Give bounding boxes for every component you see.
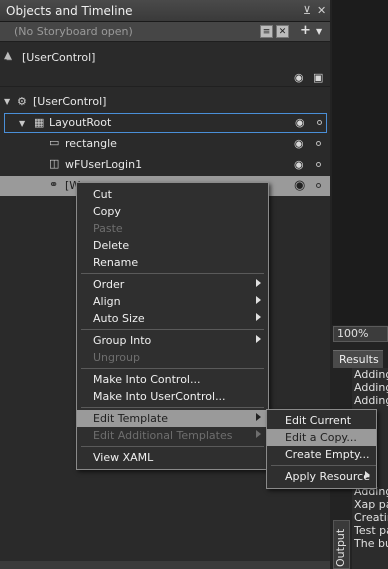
lock-dot-icon[interactable] (316, 183, 321, 188)
menu-separator (81, 368, 264, 369)
menu-separator (81, 407, 264, 408)
tree-label: wFUserLogin1 (65, 158, 143, 171)
panel-title: Objects and Timeline (6, 4, 133, 18)
result-line: Test pa (354, 524, 388, 537)
submenu-item-create-empty[interactable]: Create Empty... (267, 446, 376, 463)
menu-item-delete[interactable]: Delete (77, 237, 268, 254)
menu-item-group-into[interactable]: Group Into (77, 332, 268, 349)
menu-item-edit-template[interactable]: Edit Template (77, 410, 268, 427)
menu-item-make-into-usercontrol[interactable]: Make Into UserControl... (77, 388, 268, 405)
close-storyboard-icon[interactable]: ✕ (276, 25, 289, 38)
close-icon[interactable]: ✕ (317, 4, 326, 17)
tree-label: rectangle (65, 137, 117, 150)
tab-results[interactable]: Results (333, 350, 383, 368)
pin-icon[interactable]: ⊻ (303, 4, 311, 17)
rectangle-icon: ▭ (49, 136, 60, 149)
edit-template-submenu: Edit Current Edit a Copy... Create Empty… (266, 409, 377, 489)
submenu-item-edit-current[interactable]: Edit Current (267, 412, 376, 429)
submenu-arrow-icon (256, 430, 261, 438)
menu-item-auto-size[interactable]: Auto Size (77, 310, 268, 327)
menu-item-view-xaml[interactable]: View XAML (77, 449, 268, 466)
submenu-arrow-icon (256, 279, 261, 287)
menu-item-edit-additional-templates: Edit Additional Templates (77, 427, 268, 444)
menu-separator (81, 446, 264, 447)
divider (0, 86, 330, 87)
new-storyboard-icon[interactable]: + (300, 23, 311, 38)
storyboard-label: (No Storyboard open) (14, 25, 133, 38)
tree-node-rectangle[interactable]: ▭ rectangle ◉ (0, 134, 330, 154)
submenu-arrow-icon (256, 413, 261, 421)
scope-label: [UserControl] (22, 51, 96, 64)
context-menu: Cut Copy Paste Delete Rename Order Align… (76, 182, 269, 470)
scope-row[interactable]: ▲̲ [UserControl] (0, 46, 330, 72)
eye-icon[interactable]: ◉ (295, 116, 305, 129)
menu-item-order[interactable]: Order (77, 276, 268, 293)
usercontrol-icon: ⚙ (17, 95, 27, 108)
result-line: Adding (354, 394, 388, 407)
submenu-arrow-icon (256, 335, 261, 343)
grid-icon: ▦ (34, 116, 45, 129)
artboard-area (332, 0, 388, 325)
tab-output-label: Output (334, 528, 347, 567)
menu-item-rename[interactable]: Rename (77, 254, 268, 271)
tree-label: [UserControl] (33, 95, 107, 108)
expand-triangle-icon[interactable]: ▼ (19, 119, 25, 128)
result-line: Xap pa (354, 498, 388, 511)
menu-item-paste: Paste (93, 222, 123, 235)
submenu-item-edit-a-copy[interactable]: Edit a Copy... (267, 429, 376, 446)
menu-item-make-into-control[interactable]: Make Into Control... (77, 371, 268, 388)
lock-icon[interactable]: ▣ (313, 71, 323, 84)
lock-dot-icon[interactable] (316, 162, 321, 167)
submenu-arrow-icon (365, 471, 370, 479)
storyboard-options-icon[interactable]: ≡ (260, 25, 273, 38)
result-line: The bu (354, 537, 388, 550)
menu-item-cut[interactable]: Cut (77, 186, 268, 203)
eye-icon[interactable]: ◉ (294, 178, 305, 193)
menu-item-ungroup: Ungroup (93, 351, 140, 364)
zoom-field[interactable]: 100% (333, 326, 388, 342)
submenu-arrow-icon (256, 296, 261, 304)
result-line: Creatin (354, 511, 388, 524)
tree-label: LayoutRoot (49, 116, 112, 129)
menu-separator (81, 329, 264, 330)
eye-icon[interactable]: ◉ (294, 158, 304, 171)
submenu-arrow-icon (256, 313, 261, 321)
eye-icon[interactable]: ◉ (294, 71, 304, 84)
chevron-down-icon[interactable]: ▼ (316, 27, 322, 36)
lock-dot-icon[interactable] (317, 120, 322, 125)
menu-separator (81, 273, 264, 274)
expand-triangle-icon[interactable]: ▼ (4, 97, 10, 106)
panel-bottom-bar (0, 561, 330, 569)
result-line: Adding (354, 381, 388, 394)
scope-up-icon[interactable]: ▲̲ (4, 50, 12, 61)
tree-node-login[interactable]: ◫ wFUserLogin1 ◉ (0, 155, 330, 175)
eye-icon[interactable]: ◉ (294, 137, 304, 150)
storyboard-selector[interactable]: (No Storyboard open) ≡ ✕ + ▼ (0, 22, 330, 42)
tree-node-usercontrol[interactable]: ▼ ⚙ [UserControl] (0, 92, 330, 112)
menu-separator (271, 465, 376, 466)
result-line: Adding (354, 368, 388, 381)
lock-dot-icon[interactable] (316, 141, 321, 146)
panel-header: Objects and Timeline ⊻ ✕ (0, 0, 330, 22)
menu-item-align[interactable]: Align (77, 293, 268, 310)
menu-item-copy[interactable]: Copy (77, 203, 268, 220)
link-icon: ⚭ (49, 178, 59, 191)
tree-node-layoutroot[interactable]: ▼ ▦ LayoutRoot ◉ (4, 113, 327, 133)
submenu-item-apply-resource[interactable]: Apply Resource (267, 468, 376, 485)
component-icon: ◫ (49, 157, 60, 170)
